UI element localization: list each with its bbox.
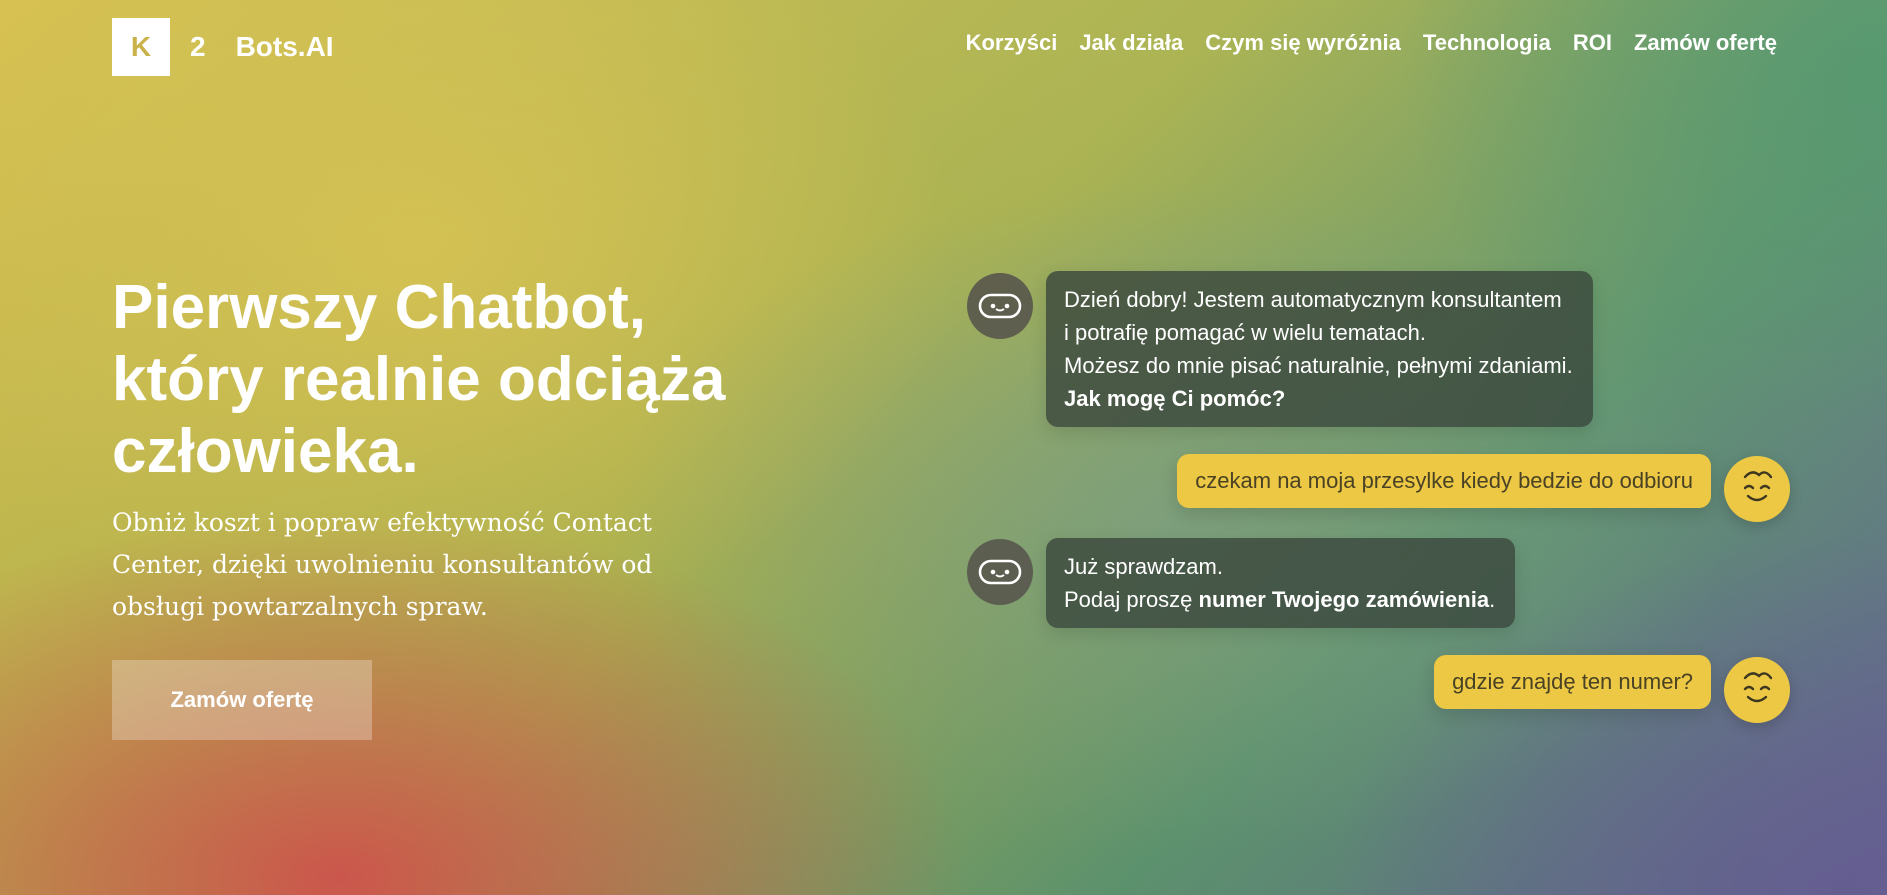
site-logo[interactable]: K 2 Bots.AI [112,18,334,76]
bot-message-highlight: numer Twojego zamówienia [1198,587,1490,612]
bot-message-line: Możesz do mnie pisać naturalnie, pełnymi… [1064,353,1573,378]
hero-subtitle: Obniż koszt i popraw efektywność Contact… [112,502,712,628]
hero-title: Pierwszy Chatbot, który realnie odciąża … [112,272,812,488]
hero-title-line: który realnie odciąża [112,345,726,414]
nav-zamow-oferte[interactable]: Zamów ofertę [1634,30,1777,56]
user-message-bubble: gdzie znajdę ten numer? [1434,655,1711,709]
bot-message-question: Jak mogę Ci pomóc? [1064,386,1286,411]
logo-name: Bots.AI [235,31,334,62]
nav-roi[interactable]: ROI [1573,30,1612,56]
bot-message-bubble: Dzień dobry! Jestem automatycznym konsul… [1046,271,1593,427]
nav-jak-dziala[interactable]: Jak działa [1079,30,1183,56]
bot-message-line: Dzień dobry! Jestem automatycznym konsul… [1064,287,1562,312]
bot-message-line: Podaj proszę numer Twojego zamówienia. [1064,587,1496,612]
nav-technologia[interactable]: Technologia [1423,30,1551,56]
logo-mark: K [112,18,170,76]
robot-face-icon [967,539,1033,605]
bot-message-line: i potrafię pomagać w wielu tematach. [1064,320,1426,345]
hero-subtitle-line: obsługi powtarzalnych spraw. [112,592,488,621]
smiley-face-icon [1724,657,1790,723]
robot-face-icon [967,273,1033,339]
bot-message-line: Już sprawdzam. [1064,554,1223,579]
hero-subtitle-line: Obniż koszt i popraw efektywność Contact [112,508,652,537]
smiley-face-icon [1724,456,1790,522]
hero-subtitle-line: Center, dzięki uwolnieniu konsultantów o… [112,550,653,579]
nav-korzysci[interactable]: Korzyści [966,30,1058,56]
nav-czym-sie-wyroznia[interactable]: Czym się wyróżnia [1205,30,1401,56]
user-message-bubble: czekam na moja przesylke kiedy bedzie do… [1177,454,1711,508]
main-nav: Korzyści Jak działa Czym się wyróżnia Te… [966,30,1777,56]
logo-number: 2 [190,31,206,62]
hero-title-line: człowieka. [112,417,419,486]
order-offer-button[interactable]: Zamów ofertę [112,660,372,740]
hero-title-line: Pierwszy Chatbot, [112,273,646,342]
bot-message-bubble: Już sprawdzam. Podaj proszę numer Twojeg… [1046,538,1516,628]
